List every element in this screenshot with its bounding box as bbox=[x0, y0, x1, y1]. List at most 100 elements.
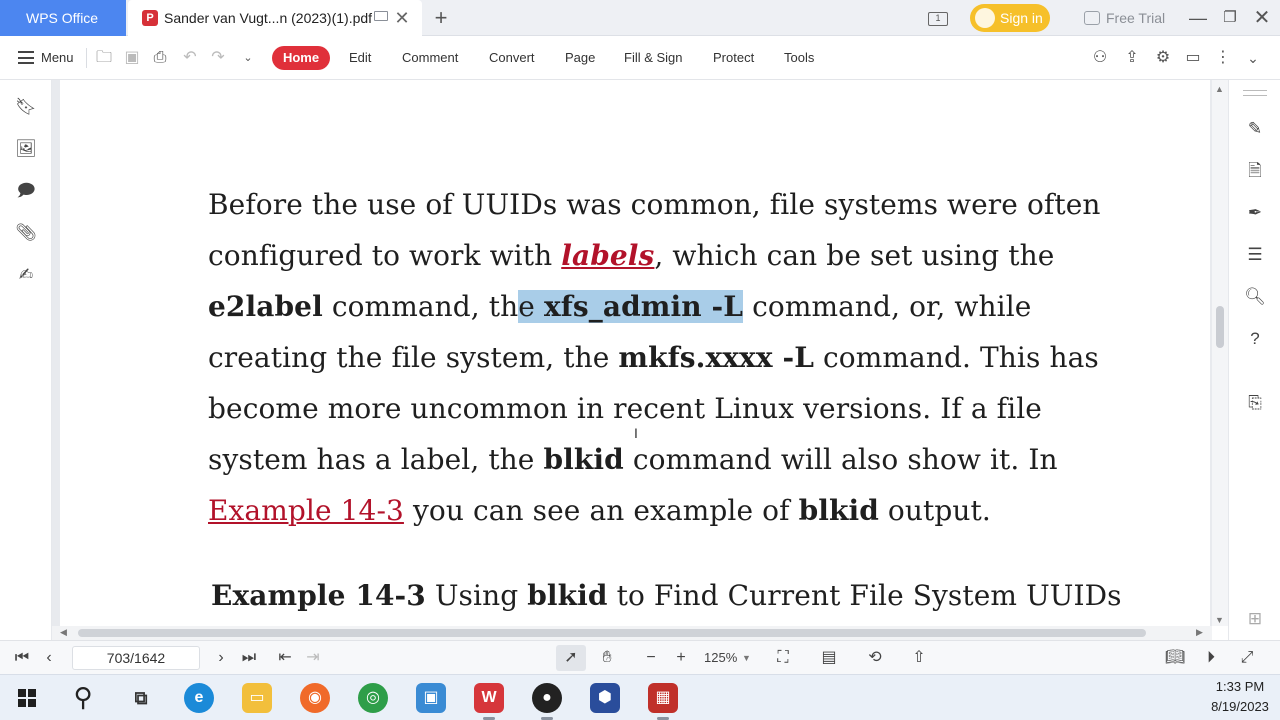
virtualbox-icon[interactable]: ⬢ bbox=[590, 683, 620, 713]
tab-convert[interactable]: Convert bbox=[489, 36, 535, 80]
tab-fill-sign[interactable]: Fill & Sign bbox=[624, 36, 683, 80]
rotate-icon[interactable]: ⟲ bbox=[864, 647, 886, 669]
new-tab-icon[interactable]: + bbox=[430, 0, 452, 36]
screen-icon[interactable] bbox=[374, 11, 388, 21]
page-number-field[interactable]: 703/1642 bbox=[72, 646, 200, 670]
fullscreen-icon[interactable]: ⤢ bbox=[1236, 647, 1258, 669]
command-e2label: e2label bbox=[208, 290, 323, 323]
pointer-icon[interactable]: ➚ bbox=[560, 647, 582, 669]
undo-icon[interactable]: ↶ bbox=[180, 48, 200, 68]
feedback-icon[interactable]: ▭ bbox=[1183, 48, 1203, 68]
scroll-down-icon[interactable]: ▼ bbox=[1215, 615, 1224, 625]
search-icon[interactable]: ⚲ bbox=[68, 683, 98, 713]
example-link[interactable]: Example 14-3 bbox=[208, 494, 404, 527]
page-layout-icon[interactable]: ▤ bbox=[818, 647, 840, 669]
close-tab-icon[interactable]: ✕ bbox=[392, 0, 412, 36]
pen-icon[interactable]: ✒ bbox=[1243, 202, 1267, 224]
save-icon[interactable]: ▣ bbox=[122, 48, 142, 68]
paragraph-line: Example 14-3 you can see an example of b… bbox=[208, 494, 991, 527]
file-explorer-icon[interactable]: ▭ bbox=[242, 683, 272, 713]
firefox-icon[interactable]: ◉ bbox=[300, 683, 330, 713]
text-run: you can see an example of bbox=[403, 494, 799, 527]
menu-button[interactable]: Menu bbox=[18, 36, 74, 80]
scroll-left-icon[interactable]: ◀ bbox=[60, 627, 67, 638]
translate-icon[interactable]: ⎘ bbox=[1243, 392, 1267, 414]
zoom-out-icon[interactable]: − bbox=[640, 647, 662, 669]
first-page-icon[interactable]: ⏮ bbox=[11, 647, 33, 669]
scroll-up-icon[interactable]: ▲ bbox=[1215, 84, 1224, 94]
horizontal-scrollbar[interactable]: ◀ ▶ bbox=[52, 626, 1212, 640]
tab-tools[interactable]: Tools bbox=[784, 36, 814, 80]
obs-icon[interactable]: ● bbox=[532, 683, 562, 720]
more-icon[interactable]: ⋮ bbox=[1213, 48, 1233, 68]
app-icon[interactable]: ▣ bbox=[416, 683, 446, 713]
windows-start-icon[interactable] bbox=[18, 689, 36, 707]
redo-icon[interactable]: ↷ bbox=[208, 48, 228, 68]
previous-page-icon[interactable]: ‹ bbox=[38, 647, 60, 669]
tab-protect[interactable]: Protect bbox=[713, 36, 754, 80]
customize-dropdown-icon[interactable]: ⌄ bbox=[238, 48, 258, 68]
clock-date[interactable]: 8/19/2023 bbox=[1206, 699, 1274, 714]
help-icon[interactable]: ? bbox=[1243, 328, 1267, 350]
reading-mode-icon[interactable]: 📖︎ bbox=[1164, 647, 1186, 669]
play-icon[interactable]: ⏵ bbox=[1200, 647, 1222, 669]
clock-time[interactable]: 1:33 PM bbox=[1206, 679, 1274, 694]
next-page-icon[interactable]: › bbox=[210, 647, 232, 669]
panel-handle-icon[interactable] bbox=[1243, 90, 1267, 96]
task-view-icon[interactable]: ⧉ bbox=[126, 683, 156, 713]
zoom-level[interactable]: 125% bbox=[704, 647, 737, 669]
scrollbar-thumb[interactable] bbox=[78, 629, 1146, 637]
vertical-scrollbar[interactable]: ▲ ▼ bbox=[1212, 80, 1228, 626]
chrome-icon[interactable]: ◎ bbox=[358, 683, 388, 713]
edit-icon[interactable]: ✎ bbox=[1243, 118, 1267, 140]
wps-office-tab[interactable]: WPS Office bbox=[0, 0, 126, 36]
minimize-icon[interactable]: — bbox=[1186, 0, 1210, 36]
export-icon[interactable]: ⇪ bbox=[1122, 48, 1142, 68]
grid-icon[interactable]: ⊞ bbox=[1243, 608, 1267, 630]
workspace-icon[interactable]: 1 bbox=[926, 0, 950, 36]
bookmark-icon[interactable]: 🔖︎ bbox=[15, 96, 37, 118]
wps-office-icon[interactable]: W bbox=[474, 683, 504, 720]
image-icon[interactable]: 🖼︎ bbox=[15, 138, 37, 160]
command-blkid: blkid bbox=[798, 494, 879, 527]
restore-icon[interactable]: ❐ bbox=[1218, 0, 1242, 36]
status-bar: ⏮ ‹ 703/1642 › ⏭ ⇤ ⇥ ➚ ✋︎ − + 125% ▼ ⛶ ▤… bbox=[0, 640, 1280, 674]
tab-page[interactable]: Page bbox=[565, 36, 595, 80]
collapse-ribbon-icon[interactable]: ⌄ bbox=[1243, 48, 1263, 68]
zoom-dropdown-icon[interactable]: ▼ bbox=[742, 647, 751, 669]
document-tab[interactable]: P Sander van Vugt...n (2023)(1).pdf bbox=[128, 0, 422, 36]
scrollbar-thumb[interactable] bbox=[1216, 306, 1224, 348]
labels-link[interactable]: labels bbox=[561, 239, 654, 272]
tab-edit[interactable]: Edit bbox=[349, 36, 371, 80]
app-icon[interactable]: ▦ bbox=[648, 683, 678, 720]
forward-icon[interactable]: ⇥ bbox=[302, 647, 324, 669]
settings-icon[interactable]: ⚙ bbox=[1153, 48, 1173, 68]
search-icon[interactable]: 🔍︎ bbox=[1243, 286, 1267, 308]
list-icon[interactable]: ☰ bbox=[1243, 244, 1267, 266]
signature-icon[interactable]: ✍ bbox=[15, 264, 37, 286]
text-run: system has a label, the bbox=[208, 443, 544, 476]
attachment-icon[interactable]: 📎︎ bbox=[15, 222, 37, 244]
print-icon[interactable]: ⎙ bbox=[150, 48, 170, 68]
zoom-in-icon[interactable]: + bbox=[670, 647, 692, 669]
hand-tool-icon[interactable]: ✋︎ bbox=[596, 647, 618, 669]
document-icon[interactable]: 🗎 bbox=[1243, 160, 1267, 182]
edge-icon[interactable]: e bbox=[184, 683, 214, 713]
selected-text[interactable]: e xfs_admin -L bbox=[518, 290, 744, 323]
document-tab-title: Sander van Vugt...n (2023)(1).pdf bbox=[164, 10, 373, 26]
back-icon[interactable]: ⇤ bbox=[274, 647, 296, 669]
open-folder-icon[interactable]: 🗀 bbox=[94, 48, 114, 68]
upload-icon[interactable]: ⇧ bbox=[908, 647, 930, 669]
window-close-icon[interactable]: ✕ bbox=[1250, 0, 1274, 36]
tab-comment[interactable]: Comment bbox=[402, 36, 458, 80]
fit-page-icon[interactable]: ⛶ bbox=[772, 647, 794, 669]
sign-in-button[interactable]: Sign in bbox=[970, 4, 1050, 32]
share-user-icon[interactable]: ⚇ bbox=[1090, 48, 1110, 68]
free-trial-button[interactable]: Free Trial bbox=[1082, 0, 1165, 36]
pdf-page[interactable]: Before the use of UUIDs was common, file… bbox=[60, 80, 1210, 626]
tab-home[interactable]: Home bbox=[272, 46, 330, 70]
last-page-icon[interactable]: ⏭ bbox=[238, 647, 260, 669]
comment-icon[interactable]: 🗩 bbox=[15, 180, 37, 202]
scroll-right-icon[interactable]: ▶ bbox=[1196, 627, 1203, 638]
document-viewport[interactable]: Before the use of UUIDs was common, file… bbox=[52, 80, 1212, 626]
